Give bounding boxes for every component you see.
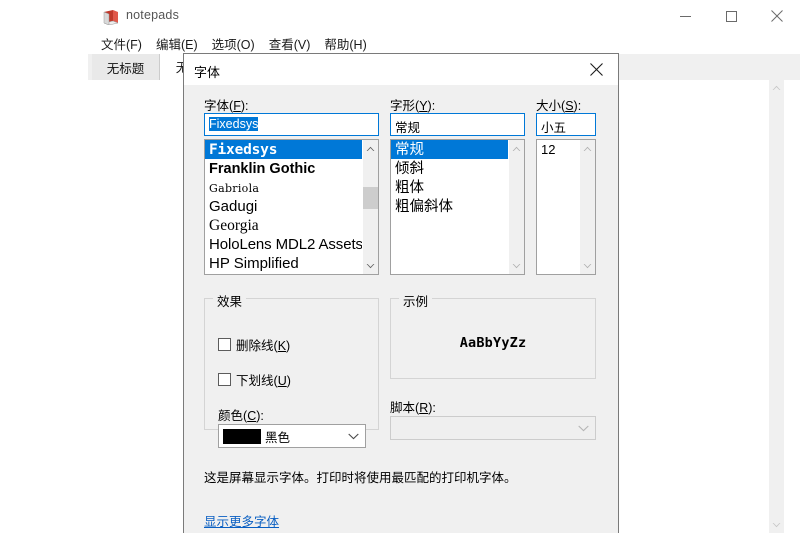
scroll-up-icon[interactable] <box>509 140 524 157</box>
scroll-down-icon[interactable] <box>509 257 524 274</box>
window-controls <box>662 0 800 32</box>
font-style-input[interactable]: 常规 <box>390 113 525 136</box>
scroll-up-icon[interactable] <box>363 140 378 157</box>
color-combobox[interactable]: 黑色 <box>218 424 366 448</box>
list-item[interactable]: Gabriola <box>205 178 362 197</box>
maximize-button[interactable] <box>708 0 754 32</box>
script-combobox[interactable] <box>390 416 596 440</box>
menu-help[interactable]: 帮助(H) <box>317 32 373 55</box>
close-button[interactable] <box>754 0 800 32</box>
chevron-down-icon[interactable] <box>348 433 359 440</box>
list-item[interactable]: HP Simplified <box>205 254 362 273</box>
font-dialog-close-button[interactable] <box>574 54 618 85</box>
list-item[interactable]: Georgia <box>205 216 362 235</box>
scroll-down-icon[interactable] <box>769 517 784 533</box>
font-label: 字体(F): <box>204 99 249 113</box>
font-list-scroll-thumb[interactable] <box>363 187 378 209</box>
list-item[interactable]: HoloLens MDL2 Assets <box>205 235 362 254</box>
font-dialog-titlebar: 字体 <box>184 54 618 85</box>
minimize-icon <box>679 15 691 17</box>
notepads-icon <box>102 9 120 26</box>
window-titlebar: notepads <box>88 0 800 32</box>
list-item[interactable]: 粗体 <box>391 178 508 197</box>
font-name-input[interactable]: Fixedsys <box>204 113 379 136</box>
font-size-input-value: 小五 <box>541 121 567 135</box>
list-item[interactable]: 12 <box>537 140 579 159</box>
close-icon <box>771 10 783 22</box>
show-more-fonts-link[interactable]: 显示更多字体 <box>204 511 279 530</box>
scroll-down-icon[interactable] <box>363 257 378 274</box>
script-label: 脚本(R): <box>390 401 436 415</box>
scroll-up-icon[interactable] <box>769 80 784 96</box>
font-size-list-items: 12 <box>537 140 579 274</box>
strikeout-label: 删除线(K) <box>236 339 291 353</box>
font-size-list-scrollbar[interactable] <box>579 140 595 274</box>
font-list-scrollbar[interactable] <box>362 140 378 274</box>
sample-group: 示例 AaBbYyZz <box>390 291 596 379</box>
underline-checkbox[interactable] <box>218 373 231 386</box>
effects-group-legend: 效果 <box>213 291 247 310</box>
tab-untitled-1[interactable]: 无标题 <box>92 54 160 80</box>
editor-vertical-scrollbar[interactable] <box>769 80 784 533</box>
printer-note: 这是屏幕显示字体。打印时将使用最匹配的打印机字体。 <box>204 471 517 485</box>
font-style-input-value: 常规 <box>395 121 421 135</box>
color-value: 黑色 <box>265 430 291 445</box>
menu-options[interactable]: 选项(O) <box>205 32 262 55</box>
font-dialog-title: 字体 <box>194 65 221 80</box>
strikeout-checkbox[interactable] <box>218 338 231 351</box>
menu-view[interactable]: 查看(V) <box>262 32 318 55</box>
font-size-label: 大小(S): <box>536 99 582 113</box>
font-style-list-items: 常规 倾斜 粗体 粗偏斜体 <box>391 140 508 274</box>
font-dialog-body: 字体(F): Fixedsys Fixedsys Franklin Gothic… <box>184 85 618 533</box>
list-item[interactable]: Fixedsys <box>205 140 362 159</box>
underline-checkbox-row[interactable]: 下划线(U) <box>218 370 291 389</box>
font-dialog: 字体 字体(F): Fixedsys Fixedsys Franklin Got… <box>183 53 619 533</box>
window-title: notepads <box>126 8 180 22</box>
font-style-list-scrollbar[interactable] <box>508 140 524 274</box>
font-name-input-value: Fixedsys <box>209 117 259 131</box>
menu-file[interactable]: 文件(F) <box>94 32 149 55</box>
chevron-down-icon[interactable] <box>578 425 589 432</box>
strikeout-checkbox-row[interactable]: 删除线(K) <box>218 335 290 354</box>
font-list-items: Fixedsys Franklin Gothic Gabriola Gadugi… <box>205 140 362 274</box>
list-item[interactable]: 粗偏斜体 <box>391 197 508 216</box>
sample-group-legend: 示例 <box>399 291 433 310</box>
menu-edit[interactable]: 编辑(E) <box>149 32 205 55</box>
list-item[interactable]: Franklin Gothic <box>205 159 362 178</box>
minimize-button[interactable] <box>662 0 708 32</box>
font-list[interactable]: Fixedsys Franklin Gothic Gabriola Gadugi… <box>204 139 379 275</box>
list-item[interactable]: 常规 <box>391 140 508 159</box>
font-size-list[interactable]: 12 <box>536 139 596 275</box>
screen: notepads 文件(F) 编辑(E) 选项(O) 查看(V) 帮助(H) 无… <box>0 0 800 533</box>
maximize-icon <box>725 10 737 22</box>
sample-text: AaBbYyZz <box>459 335 527 351</box>
font-size-input[interactable]: 小五 <box>536 113 596 136</box>
underline-label: 下划线(U) <box>236 374 291 388</box>
menu-bar: 文件(F) 编辑(E) 选项(O) 查看(V) 帮助(H) <box>88 32 800 54</box>
color-label: 颜色(C): <box>218 409 264 423</box>
scroll-down-icon[interactable] <box>580 257 595 274</box>
font-style-list[interactable]: 常规 倾斜 粗体 粗偏斜体 <box>390 139 525 275</box>
color-swatch <box>223 428 261 444</box>
close-icon <box>589 63 603 76</box>
list-item[interactable]: Gadugi <box>205 197 362 216</box>
list-item[interactable]: 倾斜 <box>391 159 508 178</box>
scroll-up-icon[interactable] <box>580 140 595 157</box>
font-style-label: 字形(Y): <box>390 99 436 113</box>
